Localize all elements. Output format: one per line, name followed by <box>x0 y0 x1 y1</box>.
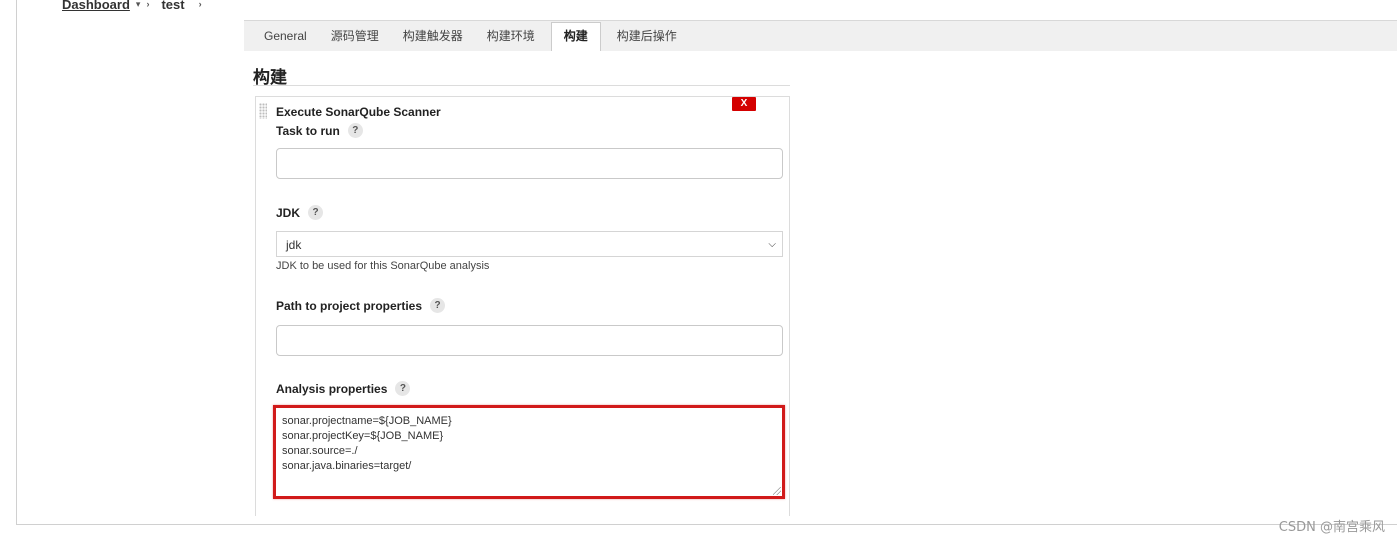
textarea-line: sonar.projectname=${JOB_NAME} <box>282 415 452 427</box>
chevron-right-icon: › <box>146 0 150 9</box>
build-step-panel: X Execute SonarQube Scanner Task to run … <box>255 96 790 516</box>
jdk-label-text: JDK <box>276 205 301 220</box>
path-label: Path to project properties ? <box>276 298 446 313</box>
delete-step-button[interactable]: X <box>732 97 756 111</box>
textarea-line: sonar.source=./ <box>282 445 358 457</box>
chevron-down-icon[interactable]: ▾ <box>136 0 141 10</box>
help-icon[interactable]: ? <box>395 381 411 396</box>
tab-general[interactable]: General <box>252 20 319 51</box>
chevron-down-icon: ⌵ <box>768 239 776 250</box>
analysis-properties-textarea[interactable]: sonar.projectname=${JOB_NAME} sonar.proj… <box>273 405 785 499</box>
breadcrumb: Dashboard ▾ › test › <box>62 0 210 13</box>
tab-build-environment[interactable]: 构建环境 <box>475 20 547 51</box>
help-icon[interactable]: ? <box>430 298 446 313</box>
jdk-label: JDK ? <box>276 205 324 220</box>
help-icon[interactable]: ? <box>308 205 324 220</box>
build-step-title: Execute SonarQube Scanner <box>276 105 441 119</box>
tab-build-triggers[interactable]: 构建触发器 <box>391 20 475 51</box>
tab-post-build[interactable]: 构建后操作 <box>605 20 689 51</box>
task-to-run-label-text: Task to run <box>276 123 340 138</box>
textarea-line: sonar.projectKey=${JOB_NAME} <box>282 430 444 442</box>
jdk-select[interactable]: jdk ⌵ <box>276 231 783 257</box>
watermark: CSDN @南宫乘风 <box>1278 520 1385 535</box>
textarea-line: sonar.java.binaries=target/ <box>282 460 412 472</box>
chevron-right-icon[interactable]: › <box>199 0 202 9</box>
task-to-run-label: Task to run ? <box>276 123 363 138</box>
drag-handle-icon[interactable] <box>259 103 267 119</box>
jdk-description: JDK to be used for this SonarQube analys… <box>276 260 490 272</box>
breadcrumb-dashboard-link[interactable]: Dashboard <box>62 0 130 12</box>
help-icon[interactable]: ? <box>347 123 363 138</box>
resize-grip-icon[interactable] <box>773 487 781 495</box>
breadcrumb-job-link[interactable]: test <box>161 0 184 12</box>
section-divider <box>253 85 790 86</box>
task-to-run-input[interactable] <box>276 148 783 179</box>
jdk-selected-value: jdk <box>286 238 302 252</box>
analysis-properties-label-text: Analysis properties <box>276 381 388 396</box>
tab-source-control[interactable]: 源码管理 <box>319 20 391 51</box>
jenkins-config-page: Dashboard ▾ › test › General 源码管理 构建触发器 … <box>0 0 1397 544</box>
path-label-text: Path to project properties <box>276 298 423 313</box>
analysis-properties-label: Analysis properties ? <box>276 381 411 396</box>
path-to-properties-input[interactable] <box>276 325 783 356</box>
tab-build[interactable]: 构建 <box>550 22 601 51</box>
config-tabbar: General 源码管理 构建触发器 构建环境 构建 构建后操作 <box>244 20 1397 51</box>
